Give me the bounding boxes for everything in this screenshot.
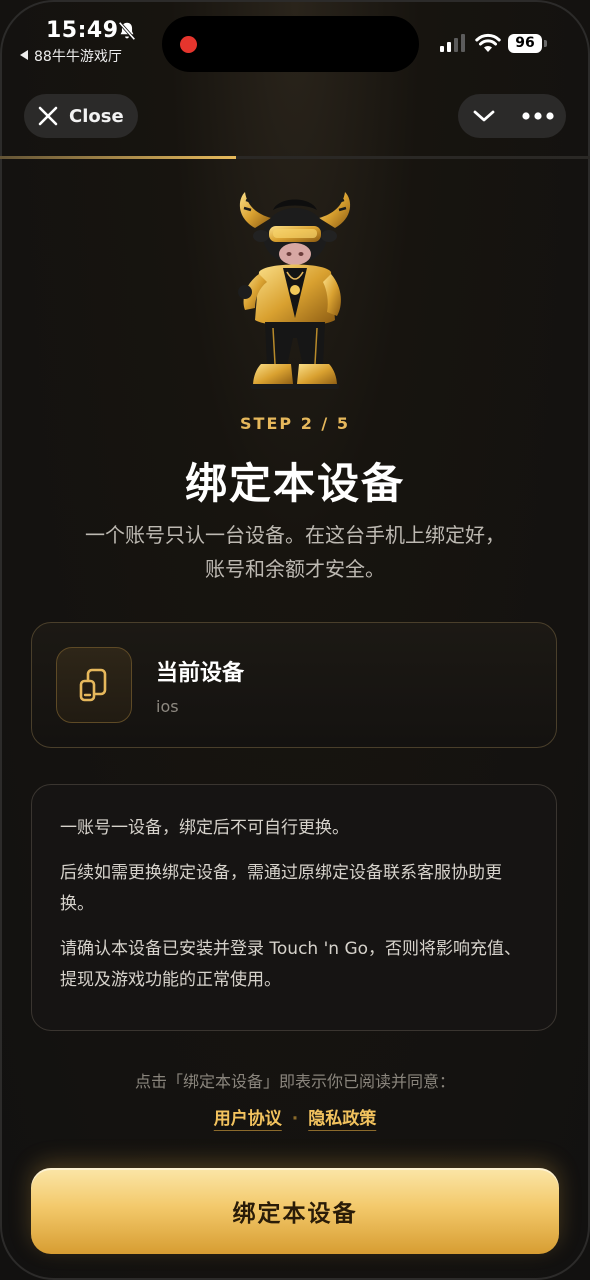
device-icon-box	[56, 647, 132, 723]
notice-paragraph: 一账号一设备，绑定后不可自行更换。	[60, 818, 349, 838]
status-time: 15:49	[46, 18, 119, 43]
battery-tip-icon	[544, 40, 547, 47]
progress-bar	[0, 156, 590, 159]
cellular-signal-icon	[440, 34, 465, 52]
more-button[interactable]	[520, 102, 556, 130]
agreement-text: 点击「绑定本设备」即表示你已阅读并同意：	[134, 1072, 455, 1091]
step-indicator: STEP 2 / 5	[240, 414, 350, 433]
device-card-title: 当前设备	[156, 661, 245, 686]
current-device-card: 当前设备 ios	[31, 622, 557, 748]
close-button[interactable]: Close	[24, 94, 138, 138]
progress-fill	[0, 156, 236, 159]
page-subtitle: 一个账号只认一台设备。在这台手机上绑定好， 账号和余额才安全。	[40, 518, 550, 586]
privacy-policy-link[interactable]: 隐私政策	[308, 1109, 376, 1129]
binding-notice-card: 一账号一设备，绑定后不可自行更换。 后续如需更换绑定设备，需通过原绑定设备联系客…	[31, 784, 557, 1031]
page-title: 绑定本设备	[184, 459, 405, 508]
collapse-button[interactable]	[470, 102, 498, 130]
close-label: Close	[69, 105, 124, 127]
phone-screen: 15:49 88牛牛游戏厅 96 Close STEP 2 / 5 绑定本设备 …	[0, 0, 590, 1280]
device-os-label: ios	[156, 697, 179, 716]
bull-mascot-image	[238, 192, 351, 389]
subtitle-line-1: 一个账号只认一台设备。在这台手机上绑定好，	[85, 523, 505, 547]
close-icon	[38, 106, 58, 126]
more-dots-icon	[522, 112, 554, 120]
wifi-icon	[475, 33, 501, 52]
nav-actions	[458, 94, 566, 138]
bell-muted-icon	[118, 21, 136, 41]
battery-level: 96	[508, 34, 542, 53]
link-separator: ·	[291, 1109, 299, 1129]
status-bar: 15:49 88牛牛游戏厅 96	[0, 0, 590, 84]
recording-dot-icon	[180, 36, 197, 53]
chevron-down-icon	[473, 110, 495, 122]
subtitle-line-2: 账号和余额才安全。	[205, 557, 385, 581]
back-app-label: 88牛牛游戏厅	[34, 49, 122, 65]
user-agreement-link[interactable]: 用户协议	[214, 1109, 282, 1129]
agreement-links: 用户协议 · 隐私政策	[0, 1104, 590, 1129]
dynamic-island	[162, 16, 419, 72]
back-to-app-link[interactable]: 88牛牛游戏厅	[20, 46, 122, 66]
notice-paragraph: 后续如需更换绑定设备，需通过原绑定设备联系客服协助更换。	[60, 863, 502, 914]
back-triangle-icon	[20, 50, 28, 60]
device-link-icon	[79, 668, 107, 702]
bind-device-button[interactable]: 绑定本设备	[31, 1168, 559, 1254]
notice-paragraph: 请确认本设备已安装并登录 Touch 'n Go，否则将影响充值、提现及游戏功能…	[60, 939, 522, 990]
